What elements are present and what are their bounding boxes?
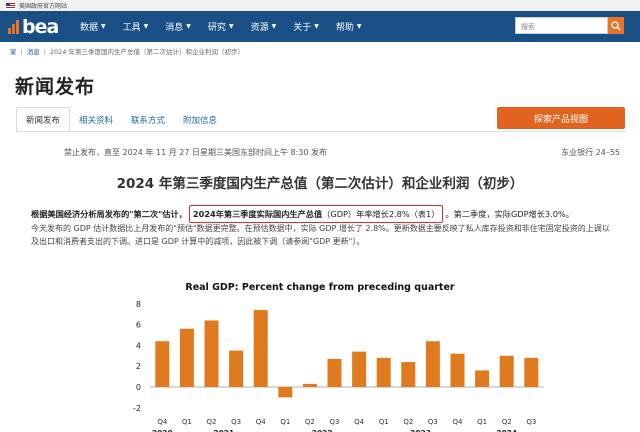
x-tick-label: Q1 [182,418,192,426]
bar [155,341,170,387]
breadcrumb-home[interactable]: 家 [10,48,17,56]
x-tick-label: Q1 [379,418,389,426]
highlight-text: （GDP）年率增长2.8%（表1） [322,209,440,219]
tab-news-release[interactable]: 新闻发布 [16,107,71,132]
search-input[interactable]: 搜索 [515,17,608,34]
nav-item-about[interactable]: 关于 ▼ [293,20,319,33]
main-menu: 数据 ▼ 工具 ▼ 消息 ▼ 研究 ▼ 资源 ▼ 关于 ▼ 帮助 ▼ [80,20,378,33]
bar [302,383,317,387]
release-number: 东业银行 24–55 [561,148,620,157]
gov-banner-text: 美国政府官方网站 [19,3,68,10]
chevron-down-icon: ▼ [186,23,191,30]
y-tick-label: -2 [133,404,141,413]
explore-product-view-button[interactable]: 探索产品视图 [497,107,625,129]
x-tick-label: Q4 [453,418,464,426]
nav-item-tools[interactable]: 工具 ▼ [123,20,149,33]
y-tick-label: 6 [136,321,141,330]
breadcrumb-separator: | [20,48,23,56]
top-navigation: bea 数据 ▼ 工具 ▼ 消息 ▼ 研究 ▼ 资源 ▼ 关于 ▼ 帮助 ▼ 搜索 [0,11,640,42]
body-paragraph: 今天发布的 GDP 估计数据比上月发布的"预估"数据更完整。在预估数据中，实际 … [31,224,610,246]
breadcrumb-news[interactable]: 消息 [27,48,40,56]
gov-banner: 美国政府官方网站 [0,0,640,11]
y-tick-label: 2 [136,362,141,371]
nav-item-resources[interactable]: 资源 ▼ [251,20,277,33]
chevron-down-icon: ▼ [143,23,149,30]
nav-item-data[interactable]: 数据 ▼ [80,20,106,33]
chevron-down-icon: ▼ [356,23,362,30]
gdp-highlight-box: 2024年第三季度实际国内生产总值（GDP）年率增长2.8%（表1） [188,205,444,223]
tab-additional-info[interactable]: 附加信息 [174,107,226,132]
y-tick-label: 0 [136,383,141,392]
tab-bar: 新闻发布 相关资料 联系方式 附加信息 [16,107,226,132]
x-tick-label: Q4 [354,418,365,426]
lead-prefix: 根据美国经济分析局发布的"第二次"估计， [31,209,187,219]
x-tick-label: Q1 [280,418,290,426]
bar [253,310,268,387]
bea-logo-bars-icon [8,19,21,34]
bar [327,358,342,387]
bar [425,341,440,387]
x-tick-label: Q2 [502,418,512,426]
bar [475,370,490,387]
bar [499,355,514,387]
lead-paragraph: 根据美国经济分析局发布的"第二次"估计， 2024年第三季度实际国内生产总值（G… [31,205,574,223]
breadcrumb: 家 | 消息 | 2024 年第三季度国内生产总值（第二次估计）和企业利润（初步） [10,46,244,56]
bar [229,350,244,387]
chevron-down-icon: ▼ [271,23,277,30]
x-tick-label: Q4 [157,418,168,426]
release-headline: 2024 年第三季度国内生产总值（第二次估计）和企业利润（初步） [116,176,524,192]
breadcrumb-separator: | [43,48,46,56]
tab-contact[interactable]: 联系方式 [122,107,174,132]
bar [524,357,539,387]
highlight-bold-text: 2024年第三季度实际国内生产总值 [192,209,323,219]
bar [450,353,465,387]
x-tick-label: Q1 [477,418,487,426]
lead-suffix: 。第二季度，实际GDP增长3.0%。 [445,209,574,219]
tab-divider [16,131,626,132]
x-tick-label: Q3 [231,418,241,426]
y-tick-label: 4 [136,341,141,350]
bea-logo[interactable]: bea [8,16,68,38]
embargo-notice: 禁止发布，直至 2024 年 11 月 27 日星期三美国东部时间上午 8:30… [64,148,328,157]
bar [278,387,293,398]
x-tick-label: Q3 [330,418,340,426]
bar [204,320,219,387]
gdp-bar-chart: -202468Q4Q1Q2Q3Q4Q1Q2Q3Q4Q1Q2Q3Q4Q1Q2Q32… [133,300,544,432]
nav-item-help[interactable]: 帮助 ▼ [336,20,362,33]
chevron-down-icon: ▼ [101,23,106,30]
page-title: 新闻发布 [15,76,96,98]
x-tick-label: Q3 [526,418,536,426]
search-button[interactable] [608,17,624,34]
bar [401,362,416,387]
x-tick-label: Q2 [207,418,217,426]
bar [352,351,367,387]
bar [376,357,391,387]
chevron-down-icon: ▼ [228,23,234,30]
bar [179,328,194,387]
x-tick-label: Q3 [428,418,438,426]
x-tick-label: Q2 [305,418,315,426]
nav-item-research[interactable]: 研究 ▼ [208,20,234,33]
x-tick-label: Q2 [403,418,413,426]
search-icon [611,20,621,31]
nav-item-news[interactable]: 消息 ▼ [165,20,191,33]
us-flag-icon [6,2,15,9]
x-tick-label: Q4 [256,418,267,426]
tab-related-materials[interactable]: 相关资料 [70,107,122,132]
breadcrumb-current: 2024 年第三季度国内生产总值（第二次估计）和企业利润（初步） [49,48,245,56]
chevron-down-icon: ▼ [314,23,319,30]
y-tick-label: 8 [136,300,141,309]
logo-text: bea [22,15,59,38]
